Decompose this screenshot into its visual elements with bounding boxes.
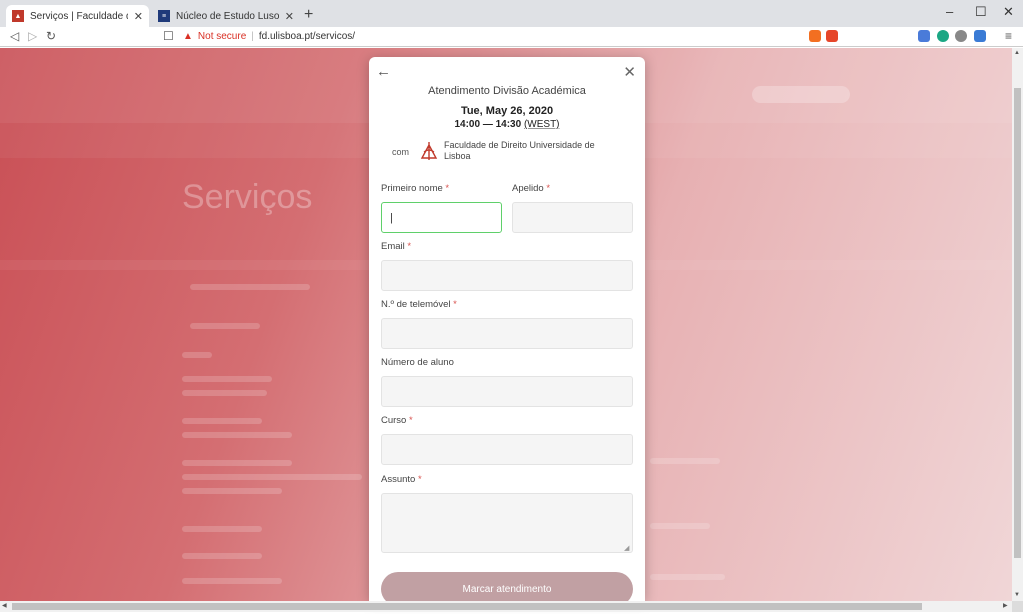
required-marker: * [417, 474, 422, 485]
warning-icon: ▲ [183, 31, 193, 42]
vertical-scroll-thumb[interactable] [1014, 88, 1021, 558]
timezone-link[interactable]: (WEST) [524, 119, 560, 130]
page-placeholder [190, 323, 260, 329]
scroll-down-icon[interactable]: ▼ [1014, 592, 1020, 598]
modal-title: Atendimento Divisão Académica [428, 85, 586, 97]
maximize-button[interactable]: ☐ [975, 4, 987, 20]
close-icon[interactable]: ✕ [623, 63, 636, 81]
first-name-label-text: Primeiro nome [381, 183, 443, 194]
required-marker: * [407, 241, 412, 252]
required-marker: * [546, 183, 551, 194]
first-name-label: Primeiro nome * [381, 183, 449, 194]
last-name-label-text: Apelido [512, 183, 544, 194]
minimize-button[interactable]: – [946, 4, 953, 19]
extension-grammar-icon[interactable] [937, 30, 949, 42]
close-tab-icon[interactable]: ✕ [285, 10, 294, 23]
page-placeholder [182, 553, 262, 559]
forward-icon[interactable]: ▷ [28, 29, 37, 43]
scrollbar-corner [1012, 601, 1023, 612]
horizontal-scroll-thumb[interactable] [12, 603, 922, 610]
url-bar[interactable]: ▲ Not secure | fd.ulisboa.pt/servicos/ [183, 31, 355, 42]
appointment-time: 14:00 — 14:30 (WEST) [369, 119, 645, 130]
page-placeholder [182, 352, 212, 358]
student-number-label: Número de aluno [381, 357, 454, 368]
phone-label: N.º de telemóvel * [381, 299, 457, 310]
last-name-input[interactable] [512, 202, 633, 233]
extension-hat-icon[interactable] [974, 30, 986, 42]
page-placeholder [650, 523, 710, 529]
course-input[interactable] [381, 434, 633, 465]
extension-translate-icon[interactable] [918, 30, 930, 42]
bookmark-icon[interactable]: ☐ [163, 29, 174, 43]
page-title: Serviços [182, 178, 313, 216]
page-placeholder [182, 418, 262, 424]
subject-textarea[interactable] [381, 493, 633, 553]
page-placeholder [182, 526, 262, 532]
faculdade-logo-icon [420, 142, 438, 160]
page-placeholder [182, 390, 267, 396]
email-input[interactable] [381, 260, 633, 291]
close-window-button[interactable]: ✕ [1003, 4, 1014, 20]
reload-icon[interactable]: ↻ [46, 29, 56, 43]
course-label-text: Curso [381, 415, 407, 426]
page-placeholder [182, 488, 282, 494]
tab-title: Núcleo de Estudo Luso-Brasileiro [176, 10, 279, 22]
brave-rewards-icon[interactable] [826, 30, 838, 42]
first-name-input[interactable] [381, 202, 502, 233]
page-placeholder [182, 460, 292, 466]
browser-tab-bar: ▲ Serviços | Faculdade de Direito | Ul ✕… [0, 0, 1023, 27]
scroll-right-icon[interactable]: ▶ [1003, 602, 1008, 609]
last-name-label: Apelido * [512, 183, 550, 194]
nucleo-favicon-icon: ≡ [158, 10, 170, 22]
booking-modal: ← ✕ Atendimento Divisão Académica Tue, M… [369, 57, 645, 601]
subject-label: Assunto * [381, 474, 422, 485]
course-label: Curso * [381, 415, 413, 426]
resize-grip-icon[interactable]: ◢ [624, 544, 629, 552]
scroll-left-icon[interactable]: ◀ [2, 602, 7, 609]
tab-title: Serviços | Faculdade de Direito | Ul [30, 10, 128, 22]
required-marker: * [453, 299, 457, 310]
subject-label-text: Assunto [381, 474, 416, 485]
email-label: Email * [381, 241, 411, 252]
phone-input[interactable] [381, 318, 633, 349]
back-arrow-icon[interactable]: ← [376, 63, 391, 80]
time-range: 14:00 — 14:30 [454, 119, 522, 130]
not-secure-label: Not secure [197, 31, 247, 42]
extension-shield-icon[interactable] [955, 30, 967, 42]
student-number-input[interactable] [381, 376, 633, 407]
organization-name: Faculdade de Direito Universidade de Lis… [444, 140, 595, 161]
page-placeholder [190, 284, 310, 290]
horizontal-scrollbar[interactable]: ◀ ▶ [0, 601, 1012, 612]
brave-shield-icon[interactable] [809, 30, 821, 42]
url-separator: | [251, 31, 254, 42]
required-marker: * [408, 415, 413, 426]
with-label: com [392, 147, 410, 157]
vertical-scrollbar[interactable]: ▲ ▼ [1012, 48, 1023, 601]
email-label-text: Email [381, 241, 405, 252]
page-placeholder [650, 574, 725, 580]
faculdade-favicon-icon: ▲ [12, 10, 24, 22]
menu-icon[interactable]: ≡ [1005, 29, 1012, 43]
scroll-up-icon[interactable]: ▲ [1014, 50, 1020, 56]
phone-label-text: N.º de telemóvel [381, 299, 451, 310]
book-appointment-button[interactable]: Marcar atendimento [381, 572, 633, 601]
new-tab-button[interactable]: + [304, 6, 313, 24]
required-marker: * [445, 183, 450, 194]
page-placeholder [182, 474, 362, 480]
url-text: fd.ulisboa.pt/servicos/ [258, 31, 356, 42]
address-bar-row: ◁ ▷ ↻ ☐ ▲ Not secure | fd.ulisboa.pt/ser… [0, 27, 1023, 47]
page-placeholder [182, 376, 272, 382]
page-placeholder [650, 458, 720, 464]
site-search [752, 86, 850, 103]
tab-nucleo[interactable]: ≡ Núcleo de Estudo Luso-Brasileiro ✕ [152, 5, 300, 27]
tab-servicos[interactable]: ▲ Serviços | Faculdade de Direito | Ul ✕ [6, 5, 149, 27]
appointment-date: Tue, May 26, 2020 [460, 105, 554, 117]
close-tab-icon[interactable]: ✕ [134, 10, 143, 23]
page-placeholder [182, 432, 292, 438]
back-icon[interactable]: ◁ [10, 29, 19, 43]
page-placeholder [182, 578, 282, 584]
